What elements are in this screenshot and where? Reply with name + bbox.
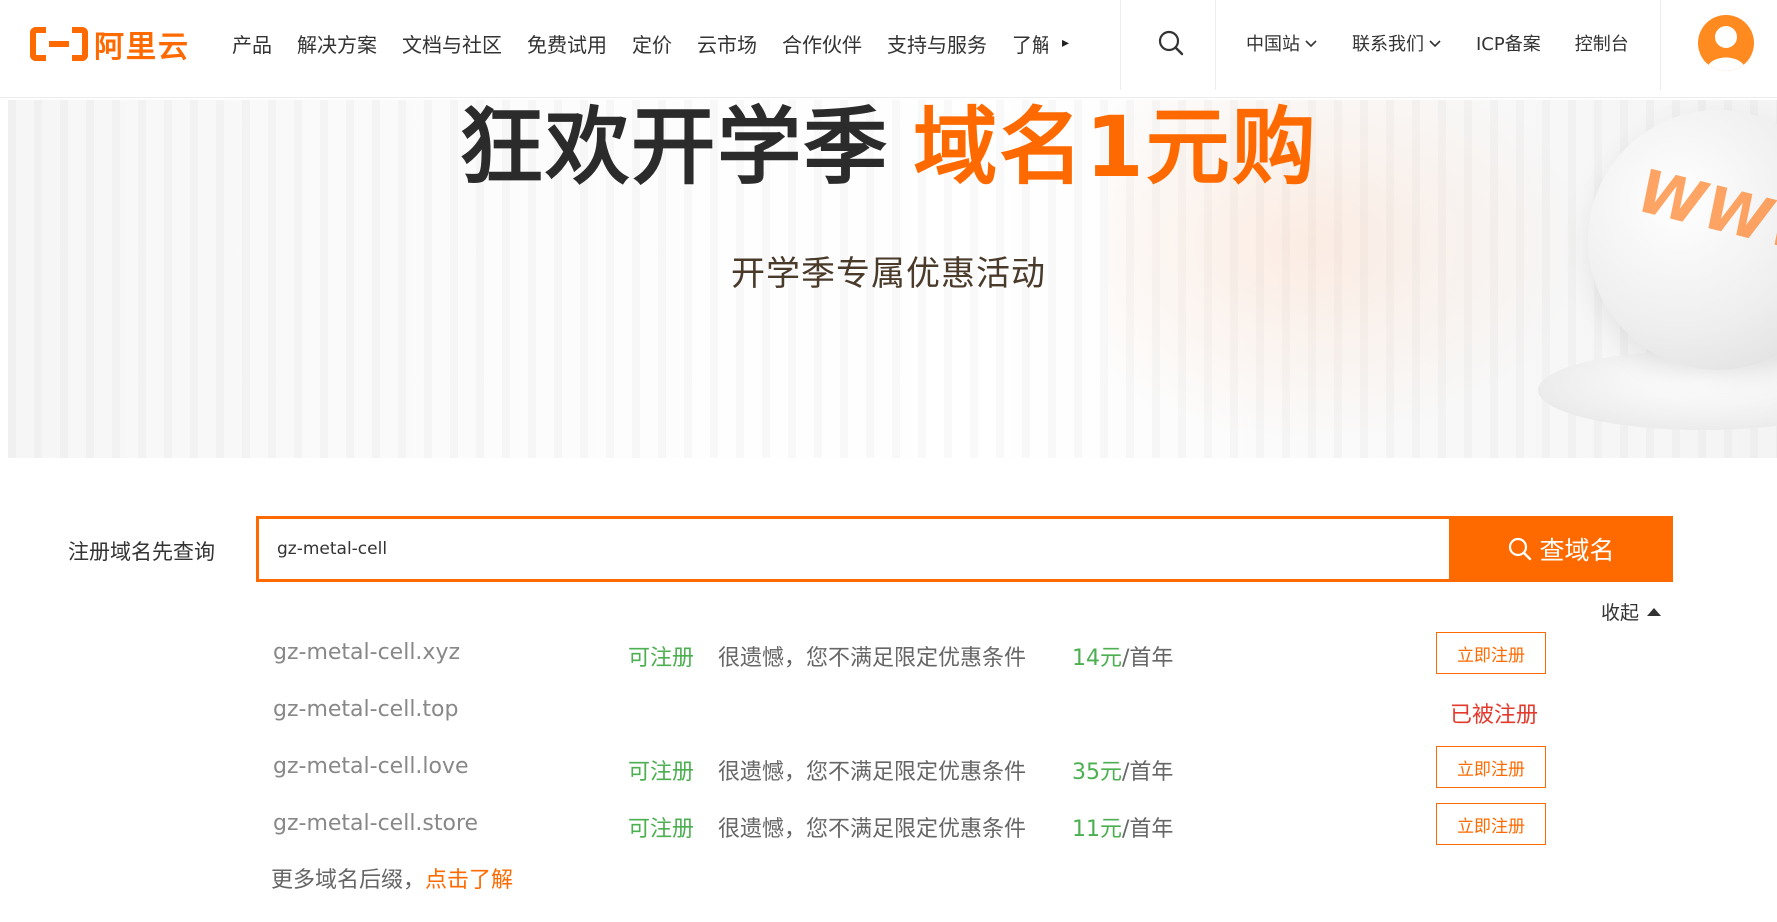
console-link[interactable]: 控制台 xyxy=(1575,30,1629,56)
domain-name: gz-metal-cell.store xyxy=(273,811,479,836)
nav-item-marketplace[interactable]: 云市场 xyxy=(697,29,757,58)
price-value: 35元 xyxy=(1072,760,1122,785)
header-search-icon[interactable] xyxy=(1156,28,1186,58)
price-unit: /首年 xyxy=(1122,760,1174,785)
aliyun-logo-icon xyxy=(30,27,88,61)
discount-note: 很遗憾，您不满足限定优惠条件 xyxy=(718,817,1027,842)
domain-search-section: 注册域名先查询 查域名 收起 gz-metal-cell.xyz 可注册 很遗憾… xyxy=(0,458,1777,922)
nav-item-pricing[interactable]: 定价 xyxy=(632,29,672,58)
query-domain-label: 查域名 xyxy=(1539,536,1615,565)
header-divider xyxy=(1215,0,1216,90)
china-site-label: 中国站 xyxy=(1246,34,1300,55)
price-unit: /首年 xyxy=(1122,817,1174,842)
contact-us-dropdown[interactable]: 联系我们 xyxy=(1352,30,1442,56)
domain-result-row: gz-metal-cell.store 可注册 很遗憾，您不满足限定优惠条件 1… xyxy=(0,803,1777,847)
more-suffixes-text: 更多域名后缀， xyxy=(271,868,426,893)
discount-note: 很遗憾，您不满足限定优惠条件 xyxy=(718,760,1027,785)
search-icon xyxy=(1509,537,1532,561)
domain-name: gz-metal-cell.top xyxy=(273,697,459,722)
nav-more-arrow-icon[interactable]: ▸ xyxy=(1062,35,1069,51)
price-unit: /首年 xyxy=(1122,646,1174,671)
domain-price: 11元/首年 xyxy=(1072,811,1173,843)
domain-price: 14元/首年 xyxy=(1072,640,1173,672)
main-nav: 产品 解决方案 文档与社区 免费试用 定价 云市场 合作伙伴 支持与服务 了解 … xyxy=(232,0,1069,86)
chevron-down-icon xyxy=(1429,40,1441,48)
domain-search-input[interactable] xyxy=(256,516,1450,582)
nav-item-about[interactable]: 了解 xyxy=(1012,29,1048,58)
available-status: 可注册 xyxy=(628,646,695,671)
taken-status: 已被注册 xyxy=(1450,703,1539,728)
banner-title-orange: 域名1元购 xyxy=(913,98,1318,196)
nav-item-docs-community[interactable]: 文档与社区 xyxy=(402,29,502,58)
learn-more-link[interactable]: 点击了解 xyxy=(425,868,513,893)
nav-item-free-trial[interactable]: 免费试用 xyxy=(527,29,607,58)
chevron-down-icon xyxy=(1305,40,1317,48)
collapse-toggle[interactable]: 收起 xyxy=(1601,598,1662,625)
query-domain-button[interactable]: 查域名 xyxy=(1449,516,1673,582)
price-value: 14元 xyxy=(1072,646,1122,671)
nav-item-products[interactable]: 产品 xyxy=(232,29,272,58)
domain-result-row: gz-metal-cell.xyz 可注册 很遗憾，您不满足限定优惠条件 14元… xyxy=(0,632,1777,676)
banner-title: 狂欢开学季 域名1元购 xyxy=(0,80,1777,201)
nav-item-support[interactable]: 支持与服务 xyxy=(887,29,987,58)
user-avatar[interactable] xyxy=(1698,15,1754,71)
available-status: 可注册 xyxy=(628,817,695,842)
icp-filing-link[interactable]: ICP备案 xyxy=(1476,30,1541,56)
register-now-button[interactable]: 立即注册 xyxy=(1436,746,1546,788)
domain-result-row: gz-metal-cell.love 可注册 很遗憾，您不满足限定优惠条件 35… xyxy=(0,746,1777,790)
header-right-links: 中国站 联系我们 ICP备案 控制台 xyxy=(1246,0,1663,86)
discount-note: 很遗憾，您不满足限定优惠条件 xyxy=(718,646,1027,671)
more-suffixes-line: 更多域名后缀，点击了解 xyxy=(271,862,513,894)
header-divider xyxy=(1660,0,1661,90)
nav-item-partners[interactable]: 合作伙伴 xyxy=(782,29,862,58)
available-status: 可注册 xyxy=(628,760,695,785)
user-avatar-icon xyxy=(1706,26,1746,71)
collapse-label: 收起 xyxy=(1601,602,1640,624)
domain-price: 35元/首年 xyxy=(1072,754,1173,786)
banner-subtitle: 开学季专属优惠活动 xyxy=(731,254,1046,294)
domain-result-row: gz-metal-cell.top 已被注册 xyxy=(0,689,1777,733)
domain-name: gz-metal-cell.xyz xyxy=(273,640,461,665)
register-now-button[interactable]: 立即注册 xyxy=(1436,632,1546,674)
header-divider xyxy=(1120,0,1121,90)
price-value: 11元 xyxy=(1072,817,1122,842)
contact-us-label: 联系我们 xyxy=(1352,34,1424,55)
logo-text: 阿里云 xyxy=(94,30,190,65)
search-label: 注册域名先查询 xyxy=(68,540,215,564)
domain-name: gz-metal-cell.love xyxy=(273,754,469,779)
banner-title-dark: 狂欢开学季 xyxy=(459,98,890,196)
register-now-button[interactable]: 立即注册 xyxy=(1436,803,1546,845)
nav-item-solutions[interactable]: 解决方案 xyxy=(297,29,377,58)
aliyun-logo[interactable]: 阿里云 xyxy=(30,24,190,65)
china-site-dropdown[interactable]: 中国站 xyxy=(1246,30,1318,56)
caret-up-icon xyxy=(1647,607,1662,616)
